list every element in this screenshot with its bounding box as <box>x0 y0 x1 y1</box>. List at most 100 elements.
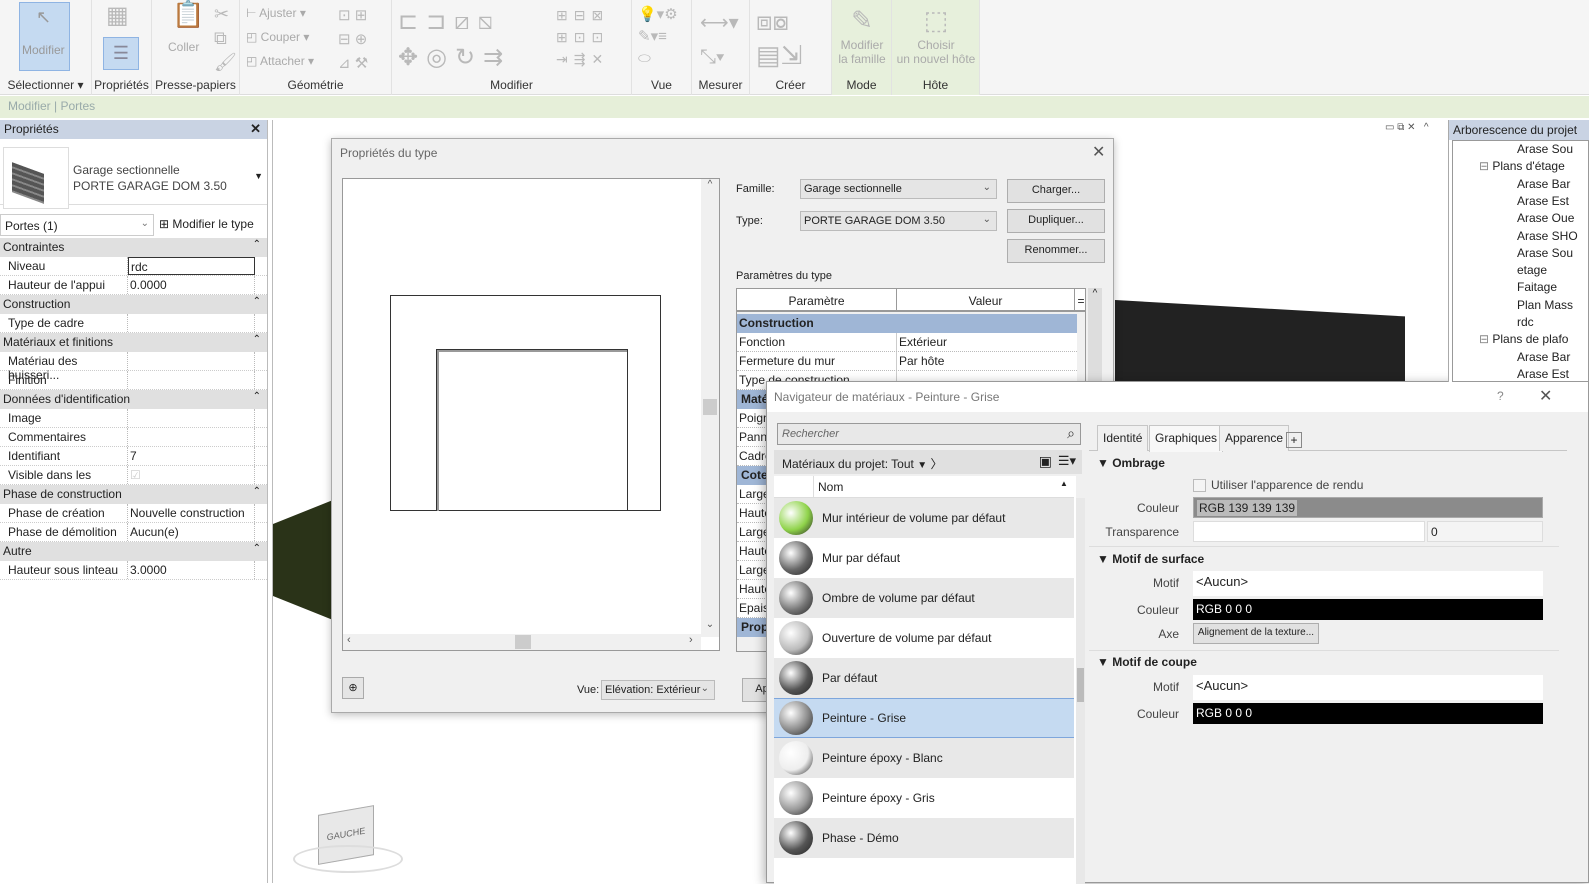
property-group[interactable]: Contraintes ⌃ <box>0 238 267 257</box>
property-value[interactable] <box>128 428 255 446</box>
property-value[interactable]: Nouvelle construction <box>128 504 255 522</box>
tree-node[interactable]: Arase Bar <box>1517 177 1570 191</box>
type-dropdown[interactable]: PORTE GARAGE DOM 3.50 ⌄ <box>800 211 997 231</box>
property-group[interactable]: Autre ⌃ <box>0 542 267 561</box>
search-input[interactable]: Rechercher ⌕ <box>777 423 1081 445</box>
tab-graphics[interactable]: Graphiques <box>1149 425 1224 452</box>
panel-label[interactable]: Sélectionner ▾ <box>0 78 91 92</box>
collapse-icon[interactable]: ⌃ <box>253 239 261 250</box>
library-filter[interactable]: Matériaux du projet: Tout ▼ 〉 ▣ ☰▾ <box>774 450 1082 474</box>
column-header-value[interactable]: Valeur <box>897 289 1075 312</box>
modify-button[interactable]: ↖ Modifier <box>19 2 70 71</box>
edit-type-button[interactable]: ⊞ Modifier le type <box>159 217 254 231</box>
property-value[interactable]: rdc <box>128 257 255 275</box>
trim-button[interactable]: ⊢ Ajuster ▾ <box>246 6 306 20</box>
collapse-icon[interactable]: ⌃ <box>253 334 261 345</box>
scrollbar-vertical[interactable]: ^ ⌄ <box>701 179 719 637</box>
tree-node[interactable]: Arase Est <box>1517 367 1569 381</box>
column-header-parameter[interactable]: Paramètre <box>737 289 897 312</box>
tree-node[interactable]: rdc <box>1517 315 1534 329</box>
cut-pattern-field[interactable]: <Aucun> <box>1193 675 1543 700</box>
surface-pattern-field[interactable]: <Aucun> <box>1193 571 1543 596</box>
material-item[interactable]: Phase - Démo <box>774 818 1074 858</box>
close-icon[interactable]: ✕ <box>250 121 261 137</box>
property-group[interactable]: Matériaux et finitions ⌃ <box>0 333 267 352</box>
properties-button[interactable]: ☰ <box>103 37 139 70</box>
material-item[interactable]: Peinture - Grise <box>774 698 1074 738</box>
rename-button[interactable]: Renommer... <box>1007 239 1105 263</box>
geometry-tools-icon[interactable]: ⊡ ⊞ ⊟ ⊕ ⊿ ⚒ <box>338 4 368 76</box>
property-group[interactable]: Données d'identification ⌃ <box>0 390 267 409</box>
section-cut-pattern[interactable]: ▼ Motif de coupe <box>1097 655 1197 669</box>
scrollbar-horizontal[interactable]: ‹ › <box>343 634 701 650</box>
instance-filter-dropdown[interactable]: Portes (1) ⌄ <box>0 214 154 236</box>
family-dropdown[interactable]: Garage sectionnelle ⌄ <box>800 179 997 199</box>
panel-layout-icon[interactable]: ▣ <box>1039 453 1052 470</box>
close-icon[interactable]: ✕ <box>1092 142 1105 162</box>
property-value[interactable] <box>128 371 255 389</box>
material-item[interactable]: Peinture époxy - Blanc <box>774 738 1074 778</box>
param-value[interactable]: Par hôte <box>897 352 1077 370</box>
tree-node[interactable]: Faitage <box>1517 280 1557 294</box>
tree-node[interactable]: Arase Oue <box>1517 211 1574 225</box>
property-group[interactable]: Construction ⌃ <box>0 295 267 314</box>
column-header-formula[interactable]: = <box>1075 289 1085 312</box>
collapse-icon[interactable]: ⊟ <box>1479 332 1492 346</box>
tree-node[interactable]: Arase Bar <box>1517 350 1570 364</box>
material-item[interactable]: Par défaut <box>774 658 1074 698</box>
property-value[interactable]: 7 <box>128 447 255 465</box>
collapse-icon[interactable]: ⌃ <box>253 543 261 554</box>
surface-color-swatch[interactable]: RGB 0 0 0 <box>1193 599 1543 620</box>
tab-appearance[interactable]: Apparence <box>1219 425 1290 451</box>
cut-icon[interactable]: ✂ <box>214 4 229 24</box>
shading-color-swatch[interactable]: RGB 139 139 139 <box>1193 497 1543 518</box>
tree-node[interactable]: etage <box>1517 263 1547 277</box>
type-properties-icon[interactable]: ▦ <box>106 4 129 28</box>
list-view-icon[interactable]: ☰▾ <box>1058 453 1076 469</box>
texture-alignment-button[interactable]: Alignement de la texture... <box>1193 623 1319 644</box>
use-render-appearance-checkbox[interactable] <box>1193 479 1206 492</box>
view-dropdown[interactable]: Elévation: Extérieur ⌄ <box>601 680 715 700</box>
section-surface-pattern[interactable]: ▼ Motif de surface <box>1097 552 1204 566</box>
window-controls[interactable]: ▭ ⧉ ✕ ^ <box>1385 122 1429 133</box>
type-selector[interactable]: Garage sectionnelle PORTE GARAGE DOM 3.5… <box>0 139 267 209</box>
add-asset-button[interactable]: + <box>1286 432 1302 448</box>
pick-new-host-button[interactable]: ⬚ Choisir un nouvel hôte <box>892 2 980 66</box>
edit-family-button[interactable]: ✎ Modifier la famille <box>832 2 892 66</box>
2d-preview-icon[interactable]: ⊕ <box>342 677 364 699</box>
tree-node[interactable]: Arase SHO <box>1517 229 1578 243</box>
close-icon[interactable]: ✕ <box>1539 386 1552 406</box>
property-value[interactable] <box>128 352 255 370</box>
param-group-construction[interactable]: Construction <box>737 314 1077 333</box>
collapse-icon[interactable]: ⌃ <box>253 486 261 497</box>
tree-node[interactable]: Arase Sou <box>1517 246 1573 260</box>
tree-node[interactable]: Arase Sou <box>1517 142 1573 156</box>
join-button[interactable]: ◰ Attacher ▾ <box>246 54 314 68</box>
collapse-icon[interactable]: ⌃ <box>253 391 261 402</box>
column-header-name[interactable]: Nom ▲ <box>774 476 1074 498</box>
search-icon[interactable]: ⌕ <box>1067 425 1075 442</box>
property-value[interactable]: 3.0000 <box>128 561 255 579</box>
material-item[interactable]: Ouverture de volume par défaut <box>774 618 1074 658</box>
duplicate-button[interactable]: Dupliquer... <box>1007 209 1105 233</box>
tree-node-folder[interactable]: ⊟ Plans d'étage <box>1479 159 1565 173</box>
load-button[interactable]: Charger... <box>1007 179 1105 203</box>
material-item[interactable]: Peinture époxy - Gris <box>774 778 1074 818</box>
viewcube-face[interactable]: GAUCHE <box>327 826 366 843</box>
tree-node[interactable]: Arase Est <box>1517 194 1569 208</box>
section-shading[interactable]: ▼ Ombrage <box>1097 456 1165 470</box>
view-tools-icon[interactable]: 💡▾⚙ ✎▾≡ ⬭ <box>638 4 678 70</box>
tree-node-folder[interactable]: ⊟ Plans de plafo <box>1479 332 1568 346</box>
match-icon[interactable]: 🖌 <box>214 52 237 72</box>
property-value[interactable] <box>128 314 255 332</box>
help-icon[interactable]: ? <box>1497 389 1504 403</box>
copy-icon[interactable]: ⧉ <box>214 28 227 48</box>
paste-icon[interactable]: 📋 <box>172 1 204 27</box>
cut-geometry-button[interactable]: ◰ Couper ▾ <box>246 30 309 44</box>
transparency-slider[interactable] <box>1193 521 1425 542</box>
chevron-down-icon[interactable]: ▼ <box>254 171 263 181</box>
property-group[interactable]: Phase de construction ⌃ <box>0 485 267 504</box>
material-item[interactable]: Mur intérieur de volume par défaut <box>774 498 1074 538</box>
property-value[interactable]: Aucun(e) <box>128 523 255 541</box>
material-item[interactable]: Mur par défaut <box>774 538 1074 578</box>
